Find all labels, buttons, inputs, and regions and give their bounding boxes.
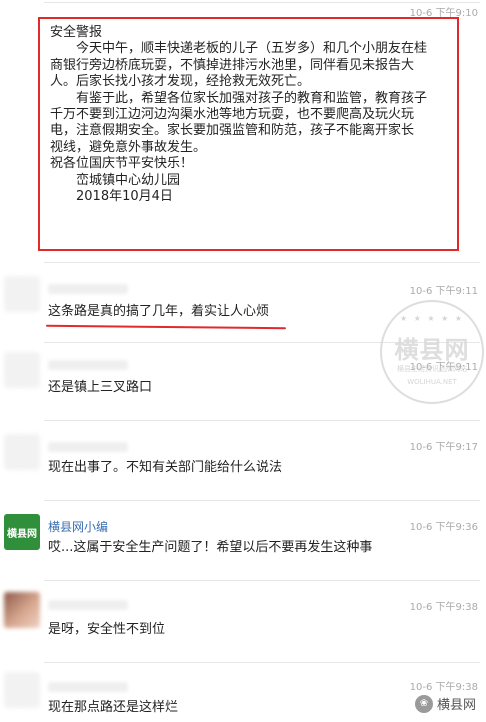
author-name-blurred — [48, 600, 128, 610]
footer-brand-logo: ❀ 横县网 — [414, 694, 476, 713]
star-icon: ★ ★ ★ ★ ★ — [399, 314, 465, 323]
avatar[interactable] — [4, 672, 40, 708]
comment-timestamp: 10-6 下午9:36 — [409, 522, 478, 533]
notice-line-3: 人。后家长找小孩才发现，经抢救无效死亡。 — [50, 74, 311, 90]
comment-divider — [44, 420, 480, 421]
watermark-title: 横县网 — [394, 336, 470, 364]
notice-line-4: 有鉴于此，希望各位家长加强对孩子的教育和监管，教育孩子 — [76, 90, 428, 106]
avatar[interactable] — [4, 592, 40, 628]
watermark-subtitle: 横县生活资讯品牌网站 — [397, 365, 467, 373]
comment-text: 这条路是真的搞了几年，着实让人心烦 — [48, 304, 270, 319]
comment-text: 现在出事了。不知有关部门能给什么说法 — [48, 460, 283, 475]
comment-text: 是呀，安全性不到位 — [48, 622, 166, 637]
comment-text: 哎...这属于安全生产问题了！希望以后不要再发生这种事 — [48, 540, 373, 555]
author-name-blurred — [48, 284, 128, 294]
comment-text: 还是镇上三叉路口 — [48, 380, 153, 395]
author-name-blurred — [48, 360, 128, 370]
notice-line-7: 视线，避免意外事故发生。 — [50, 139, 207, 155]
author-name-blurred — [48, 682, 128, 692]
notice-signature: 峦城镇中心幼儿园 — [76, 172, 181, 188]
comment-timestamp: 10-6 下午9:38 — [409, 602, 478, 613]
watermark-stamp: ★ ★ ★ ★ ★ 横县网 横县生活资讯品牌网站 WOLIHUA.NET — [380, 300, 484, 404]
avatar[interactable] — [4, 276, 40, 312]
comment-timestamp: 10-6 下午9:17 — [409, 442, 478, 453]
paw-icon: ❀ — [414, 694, 433, 713]
watermark-url: WOLIHUA.NET — [407, 378, 457, 386]
brand-avatar[interactable]: 横县网 — [4, 514, 40, 550]
notice-line-6: 电，注意假期安全。家长要加强监管和防范，孩子不能离开家长 — [50, 123, 415, 139]
comment-text: 现在那点路还是这样烂 — [48, 700, 179, 715]
notice-line-1: 今天中午，顺丰快递老板的儿子（五岁多）和几个小朋友在桂 — [76, 41, 428, 57]
top-divider — [44, 2, 480, 3]
comment-divider — [44, 580, 480, 581]
notice-line-5: 千万不要到江边河边沟渠水池等地方玩耍，也不要爬高及玩火玩 — [50, 107, 415, 123]
avatar[interactable] — [4, 352, 40, 388]
comment-divider — [44, 500, 480, 501]
comment-timestamp: 10-6 下午9:38 — [409, 682, 478, 693]
footer-brand-text: 横县网 — [436, 698, 476, 713]
notice-title: 安全警报 — [50, 25, 103, 40]
notice-date: 2018年10月4日 — [76, 189, 173, 205]
comment-timestamp: 10-6 下午9:11 — [409, 286, 478, 297]
red-underline-mark — [45, 324, 287, 330]
safety-notice-box: 安全警报 今天中午，顺丰快递老板的儿子（五岁多）和几个小朋友在桂 商银行旁边桥底… — [38, 17, 459, 251]
comment-divider — [44, 662, 480, 663]
avatar[interactable] — [4, 434, 40, 470]
comment-divider — [44, 262, 480, 263]
notice-line-8: 祝各位国庆节平安快乐！ — [50, 156, 194, 172]
notice-line-2: 商银行旁边桥底玩耍，不慎掉进排污水池里，同伴看见未报告大 — [50, 57, 415, 73]
author-name[interactable]: 横县网小编 — [48, 518, 108, 535]
author-name-blurred — [48, 442, 128, 452]
